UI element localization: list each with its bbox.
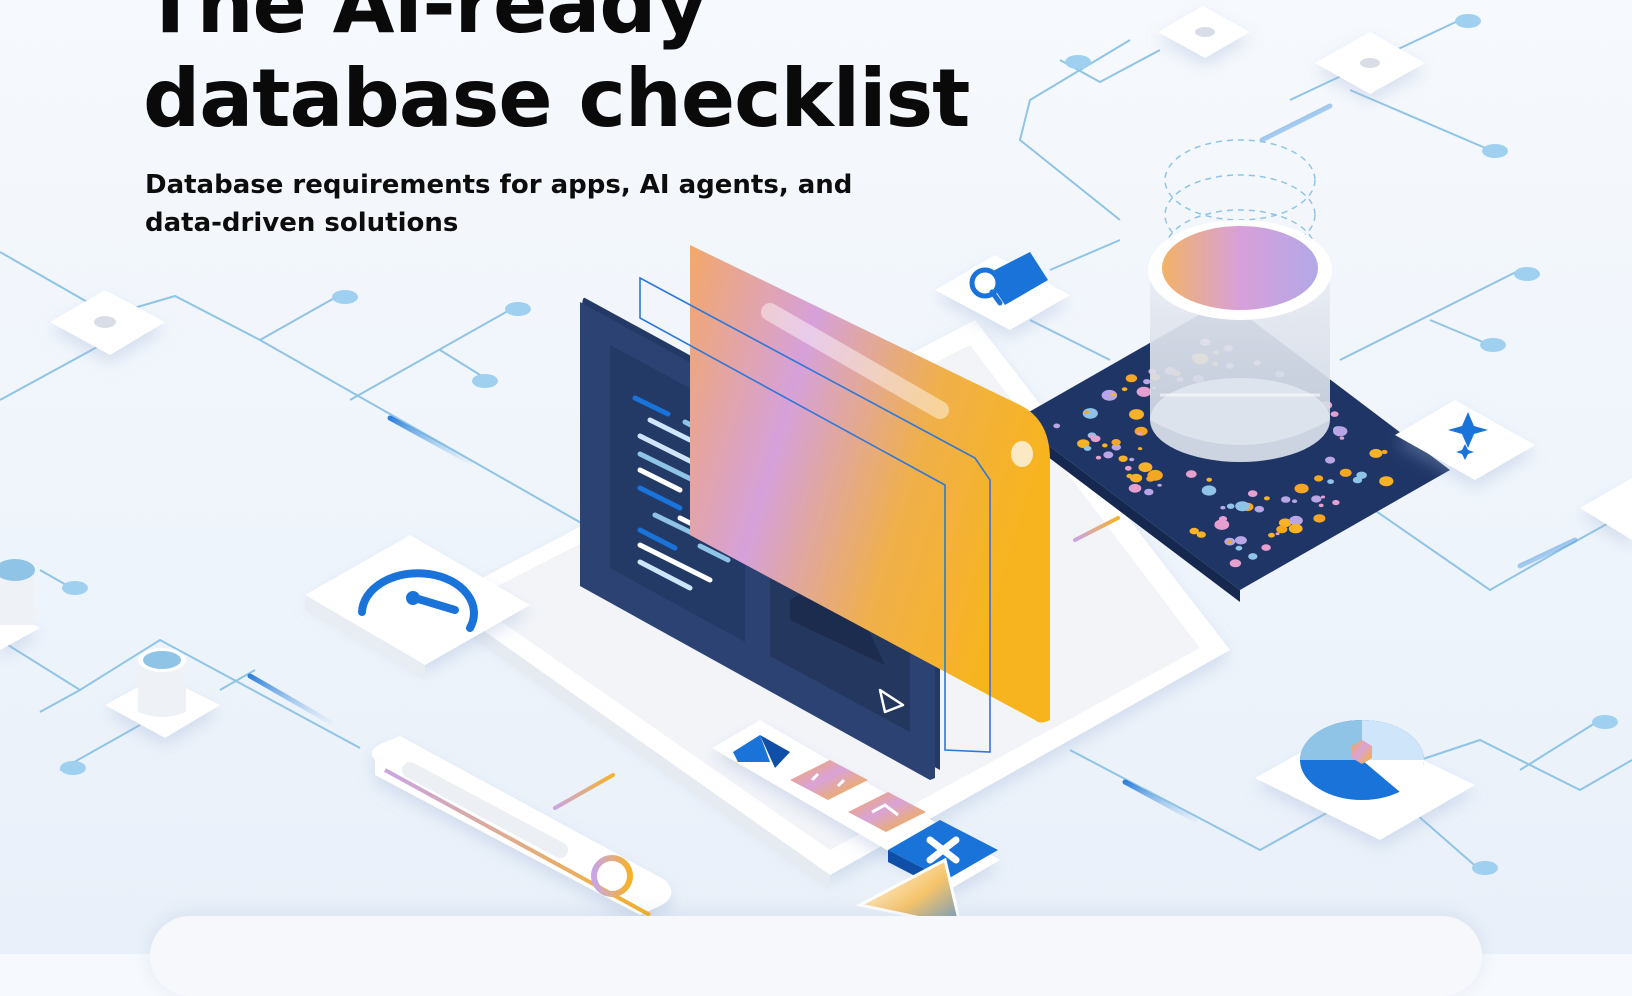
data-dot bbox=[1325, 456, 1336, 464]
page-title: The AI-ready database checklist bbox=[143, 0, 1043, 146]
data-dot bbox=[1138, 462, 1153, 473]
data-dot bbox=[1214, 519, 1230, 530]
data-dot bbox=[1084, 410, 1090, 414]
camera-search-tile bbox=[935, 252, 1070, 330]
data-dot bbox=[1220, 505, 1226, 510]
data-dot bbox=[1146, 475, 1155, 482]
data-dot bbox=[1196, 531, 1206, 538]
data-dot bbox=[1102, 443, 1108, 448]
data-dot bbox=[1339, 436, 1345, 440]
hero-text: The AI-ready database checklist Database… bbox=[143, 0, 1043, 242]
data-dot bbox=[1248, 553, 1258, 560]
data-dot bbox=[1126, 473, 1133, 479]
data-dot bbox=[1352, 476, 1363, 484]
bottom-panel bbox=[150, 916, 1482, 996]
data-dot bbox=[1311, 495, 1322, 503]
data-dot bbox=[1314, 475, 1324, 482]
data-dot bbox=[1381, 449, 1388, 455]
data-dot bbox=[1318, 503, 1324, 508]
data-dot bbox=[1137, 447, 1143, 451]
data-dot bbox=[1083, 445, 1092, 451]
page-subtitle-line-2: data-driven solutions bbox=[145, 208, 459, 238]
database-cylinder-icon bbox=[1148, 139, 1332, 462]
data-dot bbox=[1053, 423, 1061, 429]
data-dot bbox=[1118, 455, 1128, 462]
data-dot bbox=[1333, 426, 1348, 437]
small-tile-top-left bbox=[50, 290, 165, 355]
data-dot bbox=[1124, 465, 1132, 471]
page-title-line-1: The AI-ready bbox=[143, 0, 708, 51]
data-dot bbox=[1111, 439, 1121, 446]
data-dot bbox=[1137, 432, 1142, 436]
data-dot bbox=[1254, 505, 1265, 513]
data-dot bbox=[1201, 485, 1217, 496]
data-dot bbox=[1229, 559, 1242, 568]
data-dot bbox=[1143, 379, 1151, 385]
data-dot bbox=[1095, 455, 1102, 460]
data-dot bbox=[1125, 374, 1138, 383]
search-bar bbox=[371, 736, 672, 917]
data-dot bbox=[1129, 409, 1144, 420]
data-dot bbox=[1294, 483, 1309, 494]
data-dot bbox=[1288, 523, 1303, 534]
data-dot bbox=[1129, 457, 1135, 462]
pie-chart-icon bbox=[1300, 720, 1425, 800]
data-dot bbox=[1103, 451, 1114, 459]
data-dot bbox=[1088, 434, 1095, 439]
small-tile-top-2 bbox=[1315, 32, 1425, 94]
data-dot bbox=[1121, 387, 1128, 392]
data-dot bbox=[1327, 479, 1334, 484]
data-dot bbox=[1136, 386, 1152, 397]
data-dot bbox=[1320, 495, 1326, 499]
data-dot bbox=[1276, 525, 1288, 534]
data-dot bbox=[1339, 468, 1352, 477]
data-dot bbox=[1330, 411, 1339, 417]
data-dot bbox=[1379, 476, 1394, 487]
data-dot bbox=[1144, 488, 1154, 496]
data-dot bbox=[1235, 501, 1250, 512]
data-dot bbox=[1110, 392, 1116, 397]
data-dot bbox=[1128, 483, 1142, 493]
data-dot bbox=[1268, 532, 1275, 538]
data-dot bbox=[1313, 514, 1326, 523]
page-subtitle-line-1: Database requirements for apps, AI agent… bbox=[145, 170, 853, 200]
data-dot bbox=[1227, 540, 1233, 544]
data-dot bbox=[1369, 448, 1383, 458]
data-dot bbox=[1247, 490, 1258, 497]
data-dot bbox=[1185, 470, 1197, 478]
data-dot bbox=[1206, 477, 1212, 482]
data-dot bbox=[1263, 496, 1270, 501]
data-dot bbox=[1235, 545, 1243, 551]
pie-chart-tile bbox=[1255, 720, 1475, 840]
data-dot bbox=[1226, 503, 1235, 509]
cylinder-tile-left bbox=[0, 559, 40, 650]
cylinder-tile-mid bbox=[105, 648, 220, 738]
small-tile-top-1 bbox=[1158, 6, 1250, 58]
data-dot bbox=[1281, 496, 1291, 503]
data-dot bbox=[1261, 544, 1271, 551]
small-tile-right-edge bbox=[1580, 478, 1632, 540]
data-dot bbox=[1332, 499, 1340, 506]
data-dot bbox=[1157, 483, 1162, 487]
page-title-line-2: database checklist bbox=[143, 52, 970, 145]
data-dot bbox=[1234, 536, 1247, 545]
page-subtitle: Database requirements for apps, AI agent… bbox=[145, 166, 1043, 242]
speedometer-tile bbox=[305, 535, 530, 680]
data-dot bbox=[1292, 499, 1298, 504]
